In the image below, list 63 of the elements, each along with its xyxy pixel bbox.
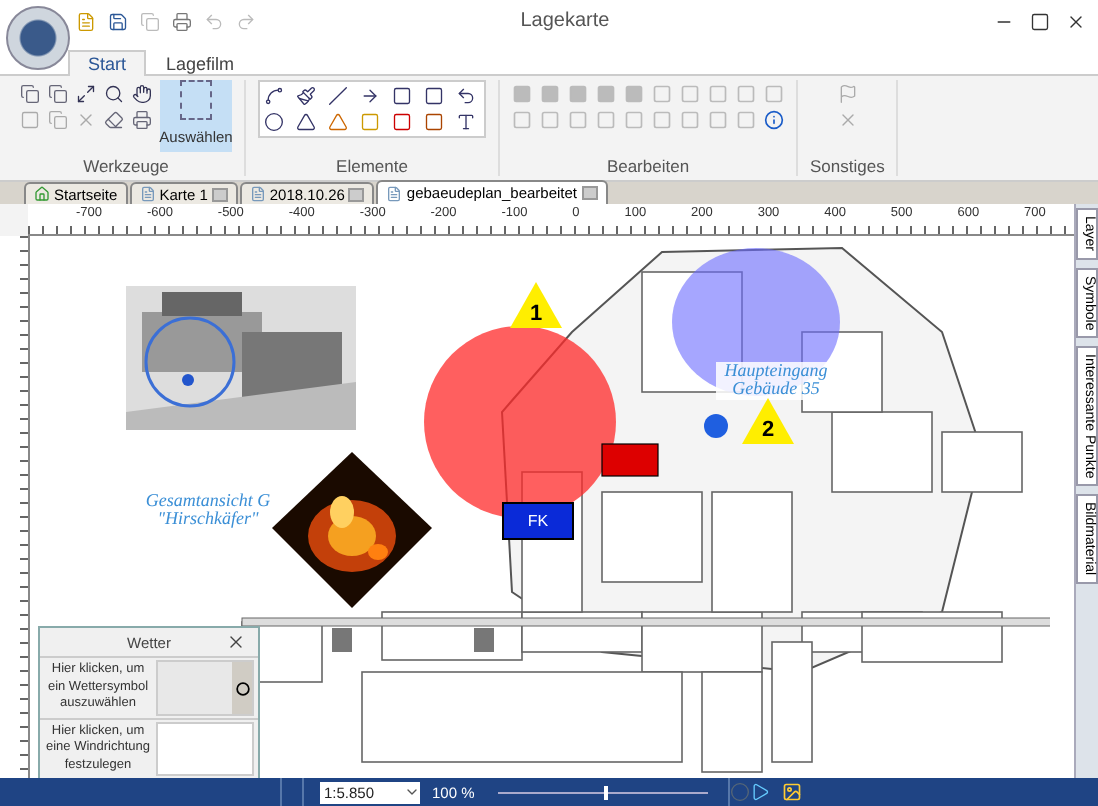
fit-icon[interactable] [76, 84, 96, 104]
warning-marker[interactable]: 1 [510, 282, 562, 328]
cross-icon[interactable] [837, 110, 858, 130]
map-caption: Gesamtansicht G "Hirschkäfer" [143, 492, 273, 530]
line-icon[interactable] [328, 86, 348, 106]
tab-close-button[interactable] [581, 186, 597, 200]
group-label: Bearbeiten [606, 156, 690, 176]
window-title: Lagekarte [518, 10, 612, 32]
group-label: Sonstiges [810, 156, 885, 176]
fire-truck-symbol[interactable] [601, 443, 659, 477]
close-icon[interactable] [1066, 11, 1086, 31]
tab-close-button[interactable] [211, 187, 228, 201]
location-dot[interactable] [182, 374, 194, 386]
frame-icon[interactable] [20, 110, 40, 130]
weather-symbol-field[interactable] [156, 660, 254, 716]
info-icon[interactable] [764, 110, 784, 130]
copy-icon[interactable] [20, 84, 40, 104]
area-circle[interactable] [144, 316, 236, 408]
triangle-icon[interactable] [296, 112, 316, 132]
paste-icon[interactable] [48, 84, 68, 104]
ribbon-tab[interactable]: Start [68, 50, 147, 76]
document-icon [386, 185, 403, 201]
freeform-icon[interactable] [456, 86, 476, 106]
close-icon[interactable] [226, 632, 246, 653]
flag-icon[interactable] [837, 84, 858, 104]
play-icon[interactable] [750, 782, 771, 802]
open-icon[interactable] [76, 11, 96, 31]
brush-icon[interactable] [296, 86, 316, 106]
group-label: Werkzeuge [83, 156, 169, 176]
ribbon-tab[interactable]: Lagefilm [146, 50, 255, 76]
hand-icon[interactable] [132, 84, 152, 104]
document-icon [249, 186, 266, 202]
curve-icon[interactable] [264, 86, 284, 106]
eraser-icon[interactable] [104, 110, 124, 130]
home-icon [34, 186, 50, 202]
image-icon[interactable] [782, 782, 803, 802]
room-outline [831, 411, 933, 493]
danger-zone-circle[interactable] [424, 326, 616, 518]
room-outline [601, 491, 703, 583]
ring-icon [235, 681, 249, 696]
stair-symbol [332, 628, 352, 652]
room-outline [771, 641, 813, 763]
duplicate-icon[interactable] [48, 110, 68, 130]
wind-direction-field[interactable] [156, 721, 254, 776]
shape-gallery[interactable] [258, 80, 486, 138]
rectangle-icon[interactable] [392, 86, 412, 106]
slider-thumb[interactable] [603, 785, 608, 799]
print-icon[interactable] [172, 11, 192, 31]
cone-icon[interactable] [328, 112, 348, 132]
group-label: Elemente [336, 156, 408, 176]
room-outline [941, 431, 1023, 493]
chevron-icon [404, 784, 420, 800]
save-icon[interactable] [108, 11, 128, 31]
maximize-icon[interactable] [1030, 11, 1050, 31]
stair-symbol [474, 628, 494, 652]
arrow-icon[interactable] [360, 86, 380, 106]
location-dot[interactable] [704, 414, 728, 438]
tab-close-button[interactable] [348, 187, 365, 201]
vehicle-symbol[interactable]: FK [502, 502, 574, 540]
ellipse-icon[interactable] [264, 112, 284, 132]
search-icon[interactable] [104, 84, 124, 104]
document-icon [139, 186, 156, 202]
text-icon[interactable] [456, 112, 476, 132]
